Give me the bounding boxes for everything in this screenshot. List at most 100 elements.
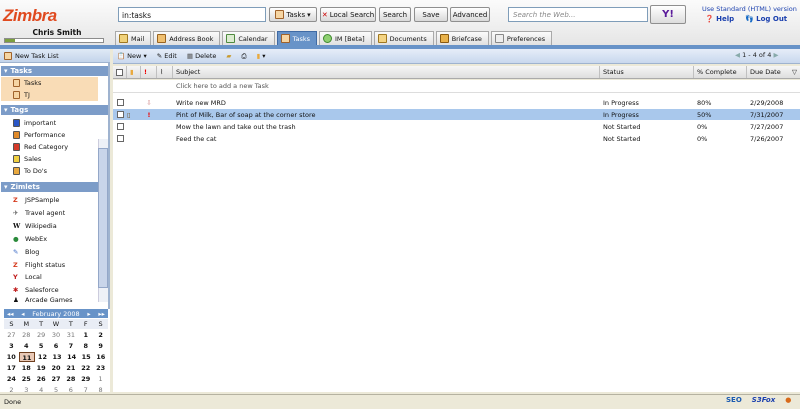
calendar-day[interactable]: 23 [93,363,108,373]
calendar-day[interactable]: 29 [34,330,49,340]
web-search-input[interactable]: Search the Web... [508,7,648,22]
zimlet-item[interactable]: Z JSPSample [1,194,98,206]
calendar-day[interactable]: 15 [79,352,94,362]
zimlet-item[interactable]: W Wikipedia [1,220,98,232]
sidebar-item-tag[interactable]: To Do's [1,165,98,177]
zimbra-logo[interactable]: Zimbra [3,6,57,26]
next-month-icon[interactable]: ▸ [87,310,90,318]
tab-mail[interactable]: Mail [115,31,152,45]
next-year-icon[interactable]: ▸▸ [98,310,105,318]
tab-im[interactable]: IM [Beta] [319,31,372,45]
s3fox-icon[interactable]: S3Fox [752,396,775,404]
calendar-day[interactable]: 7 [63,341,78,351]
prev-page-icon[interactable]: ◀ [735,51,740,59]
calendar-day[interactable]: 27 [49,374,64,384]
search-type-dropdown[interactable]: Tasks ▾ [269,7,317,22]
calendar-day[interactable]: 13 [50,352,65,362]
row-checkbox[interactable] [113,135,127,142]
save-search-button[interactable]: Save [414,7,448,22]
tab-tasks[interactable]: Tasks [276,31,317,45]
table-row[interactable]: Feed the cat Not Started 0% 7/26/2007 [113,133,800,144]
zimlet-item[interactable]: ✱ Salesforce [1,284,98,296]
calendar-day[interactable]: 1 [93,374,108,384]
edit-button[interactable]: ✎ Edit [157,52,177,60]
yahoo-search-button[interactable]: Y! [650,5,686,24]
calendar-day[interactable]: 20 [49,363,64,373]
calendar-day[interactable]: 1 [78,330,93,340]
sidebar-item-tag[interactable]: Sales [1,153,98,165]
tab-documents[interactable]: Documents [373,31,434,45]
table-row[interactable]: ▯ ! Pint of Milk, Bar of soap at the cor… [113,109,800,120]
zimlet-item[interactable]: Y Local [1,271,98,283]
calendar-day[interactable]: 9 [93,341,108,351]
tab-preferences[interactable]: Preferences [490,31,553,45]
calendar-day[interactable]: 19 [34,363,49,373]
calendar-day[interactable]: 27 [4,330,19,340]
tab-briefcase[interactable]: Briefcase [435,31,489,45]
search-input[interactable]: in:tasks [118,7,266,22]
standard-version-link[interactable]: Use Standard (HTML) version [702,5,797,13]
seo-icon[interactable]: SEO [726,396,742,404]
calendar-day[interactable]: 28 [19,330,34,340]
move-button[interactable]: ▰ [226,52,231,60]
zimlet-item[interactable]: ✈ Travel agent [1,207,98,219]
complete-column-header[interactable]: % Complete [694,66,747,78]
firefox-icon[interactable]: ● [785,396,791,404]
calendar-day[interactable]: 22 [78,363,93,373]
calendar-day[interactable]: 12 [35,352,50,362]
add-task-row[interactable]: Click here to add a new Task [113,80,800,93]
search-button[interactable]: Search [379,7,411,22]
zimlet-item[interactable]: Z Flight status [1,259,98,271]
select-all-checkbox[interactable] [113,66,127,78]
table-row[interactable]: Mow the lawn and take out the trash Not … [113,121,800,132]
sidebar-item-tag[interactable]: Performance [1,129,98,141]
row-checkbox[interactable] [113,123,127,130]
row-checkbox[interactable] [113,99,127,106]
subject-column-header[interactable]: Subject [173,66,600,78]
due-date-column-header[interactable]: Due Date ▽ [747,66,800,78]
table-row[interactable]: ⇩ Write new MRD In Progress 80% 2/29/200… [113,97,800,108]
calendar-day[interactable]: 18 [19,363,34,373]
calendar-day[interactable]: 5 [34,341,49,351]
zimlet-item[interactable]: ♟ Arcade Games [1,296,98,304]
calendar-day[interactable]: 3 [4,341,19,351]
calendar-day[interactable]: 10 [4,352,19,362]
calendar-day[interactable]: 6 [49,341,64,351]
tab-address-book[interactable]: Address Book [153,31,221,45]
calendar-day[interactable]: 28 [63,374,78,384]
row-checkbox[interactable] [113,111,127,118]
calendar-day[interactable]: 16 [93,352,108,362]
sidebar-item-tj[interactable]: TJ [1,89,98,101]
calendar-day[interactable]: 24 [4,374,19,384]
new-task-list-button[interactable]: New Task List [0,49,110,63]
tab-calendar[interactable]: Calendar [222,31,275,45]
calendar-day[interactable]: 25 [19,374,34,384]
help-link[interactable]: ❓ Help [705,15,734,23]
tasks-section-header[interactable]: ▾ Tasks [1,66,108,76]
tag-button[interactable]: ▮ ▾ [257,52,266,60]
tag-column-header[interactable]: ▮ [127,66,141,78]
calendar-day[interactable]: 17 [4,363,19,373]
calendar-month[interactable]: February 2008 [32,310,79,318]
zimlet-item[interactable]: ● WebEx [1,233,98,245]
sidebar-scroll-thumb[interactable] [98,148,108,288]
next-page-icon[interactable]: ▶ [773,51,778,59]
calendar-day[interactable]: 8 [78,341,93,351]
calendar-day[interactable]: 11 [18,352,36,362]
new-task-button[interactable]: 📋 New ▾ [117,52,147,60]
calendar-day[interactable]: 14 [64,352,79,362]
prev-month-icon[interactable]: ◂ [21,310,24,318]
advanced-search-button[interactable]: Advanced [450,7,490,22]
calendar-day[interactable]: 4 [19,341,34,351]
prev-year-icon[interactable]: ◂◂ [7,310,14,318]
calendar-day[interactable]: 31 [63,330,78,340]
calendar-day[interactable]: 29 [78,374,93,384]
delete-button[interactable]: ▦ Delete [187,52,217,60]
attachment-column-header[interactable]: ⌇ [157,66,173,78]
calendar-day[interactable]: 26 [34,374,49,384]
calendar-day[interactable]: 2 [93,330,108,340]
status-column-header[interactable]: Status [600,66,694,78]
sidebar-item-tag[interactable]: important [1,117,98,129]
zimlet-item[interactable]: ✎ Blog [1,246,98,258]
sidebar-item-tag[interactable]: Red Category [1,141,98,153]
